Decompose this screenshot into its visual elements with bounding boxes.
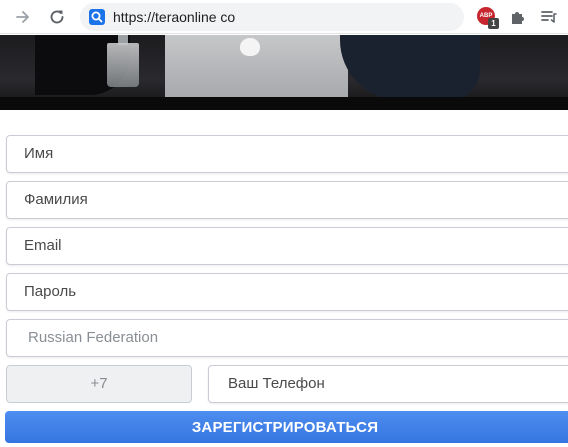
phone-input[interactable]: Ваш Телефон — [208, 365, 568, 403]
forward-arrow-icon — [16, 11, 29, 23]
extension-badge: 1 — [488, 18, 499, 29]
first-name-field[interactable]: Имя — [6, 135, 568, 173]
reload-button[interactable] — [45, 5, 69, 29]
reading-list-button[interactable] — [537, 5, 561, 29]
url-text: https://teraonline co — [113, 9, 236, 25]
reading-list-icon — [541, 11, 557, 23]
reload-icon — [50, 10, 64, 24]
hero-image — [0, 35, 568, 110]
hero-person-right — [340, 35, 480, 100]
password-field[interactable]: Пароль — [6, 273, 568, 311]
email-field[interactable]: Email — [6, 227, 568, 265]
address-bar[interactable]: https://teraonline co — [80, 3, 464, 31]
phone-code-field[interactable]: +7 — [6, 365, 192, 403]
apple-logo-icon — [240, 38, 260, 56]
extensions-button[interactable] — [506, 5, 530, 29]
search-engine-icon — [89, 9, 105, 25]
forward-button[interactable] — [11, 5, 35, 29]
register-button[interactable]: ЗАРЕГИСТРИРОВАТЬСЯ — [5, 411, 568, 443]
country-select[interactable]: Russian Federation — [6, 319, 568, 357]
hero-glass — [107, 43, 139, 87]
last-name-field[interactable]: Фамилия — [6, 181, 568, 219]
hero-table — [0, 97, 568, 110]
browser-toolbar: https://teraonline co ABP 1 — [0, 0, 568, 34]
puzzle-extensions-icon — [512, 12, 524, 24]
